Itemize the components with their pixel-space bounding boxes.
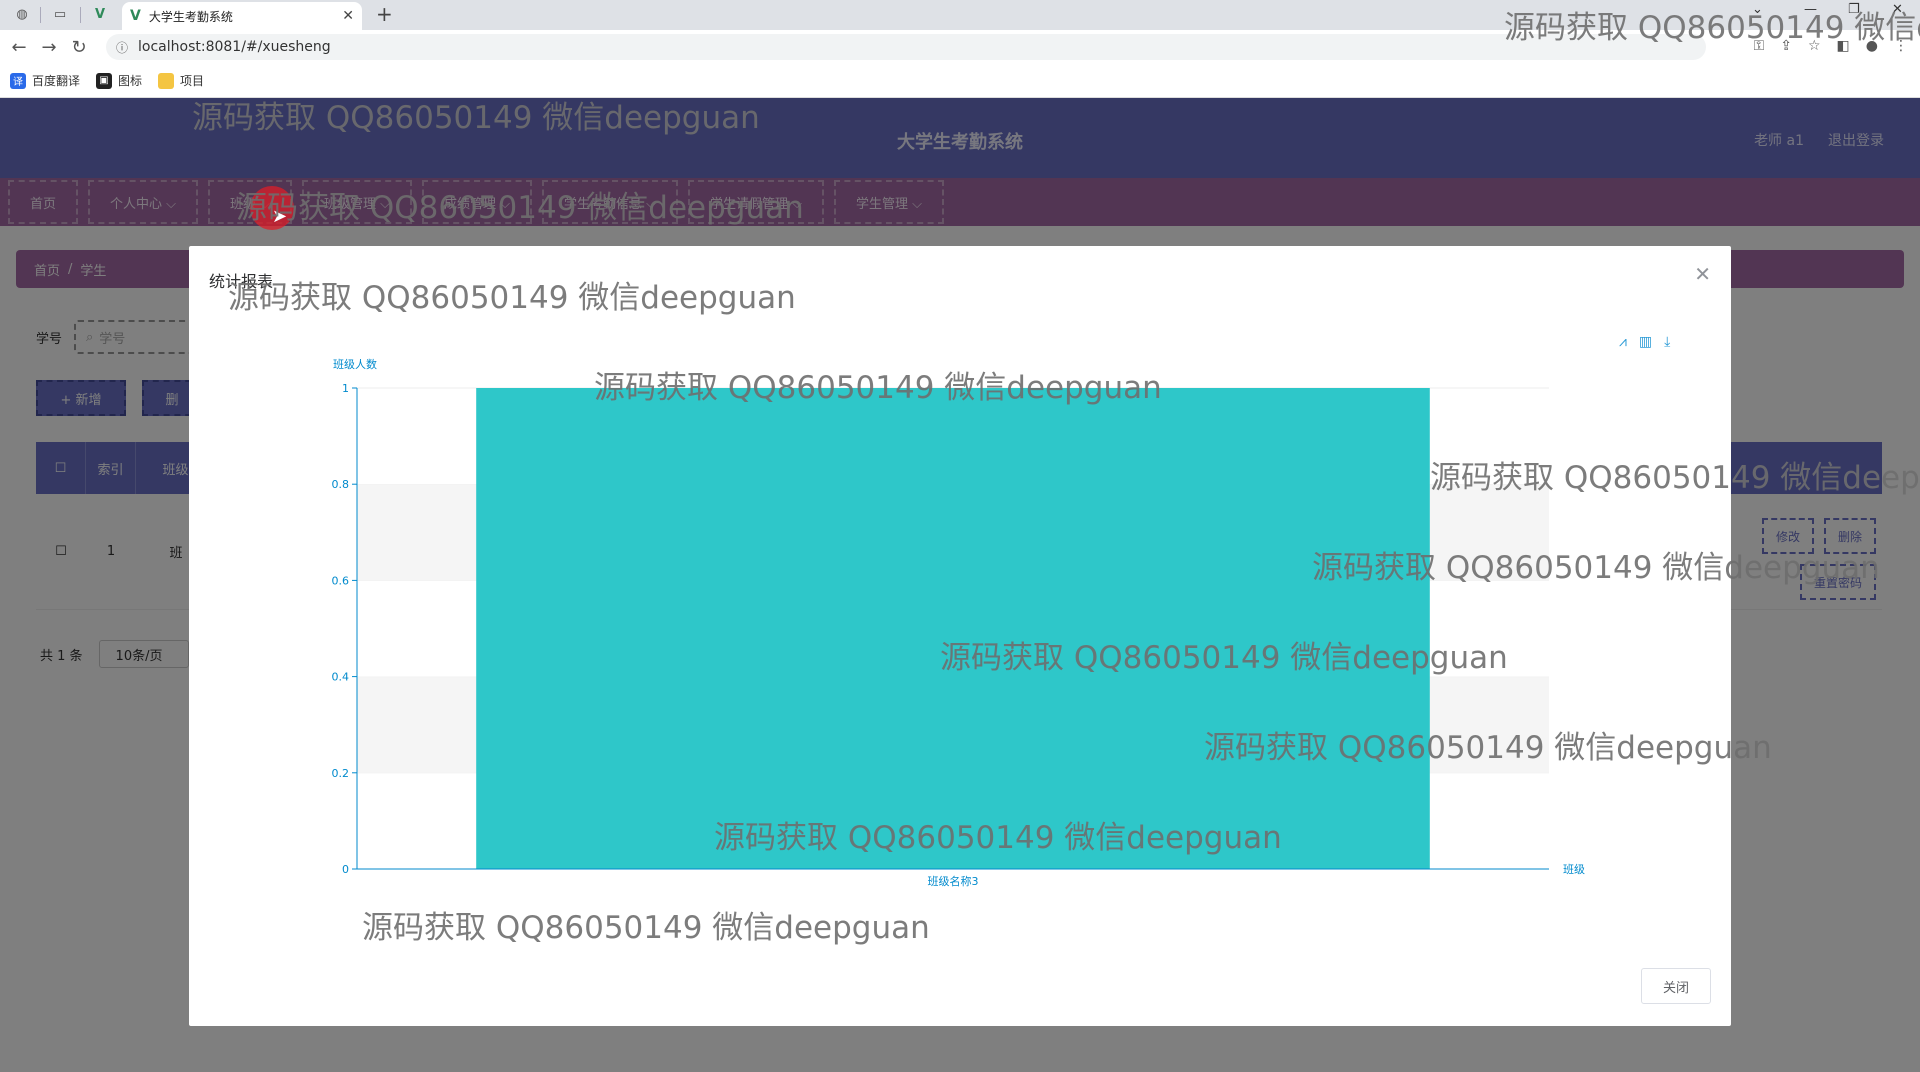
globe-icon[interactable]: ◍ (12, 4, 32, 24)
tab-title: 大学生考勤系统 (148, 9, 233, 24)
chart-y-tick-label: 0.4 (332, 671, 350, 684)
reload-icon[interactable]: ↻ (64, 37, 94, 58)
menu-kebab-icon[interactable]: ⋮ (1894, 38, 1908, 54)
back-icon[interactable]: ← (4, 37, 34, 58)
maximize-icon[interactable]: ❐ (1848, 2, 1860, 17)
chart-y-tick-label: 0 (342, 863, 349, 876)
blank-tab-icon[interactable]: ▭ (50, 4, 70, 24)
tab-separator (40, 7, 41, 23)
chart-x-axis-name: 班级 (1563, 863, 1585, 876)
site-info-icon[interactable]: ⓘ (116, 39, 128, 56)
bookmark-label: 项目 (180, 74, 205, 88)
vue-logo-icon: V (130, 8, 141, 24)
chart-y-tick-label: 1 (342, 382, 349, 395)
image-icon: ▣ (96, 72, 113, 89)
chart-y-tick-label: 0.6 (332, 574, 350, 587)
bookmarks-bar: 译 百度翻译 ▣ 图标 项目 (0, 64, 1920, 98)
chart-y-tick-label: 0.8 (332, 478, 350, 491)
share-icon[interactable]: ⇪ (1780, 38, 1792, 54)
bookmark-projects[interactable]: 项目 (158, 72, 204, 89)
minimize-icon[interactable]: — (1804, 2, 1817, 17)
chart-x-tick-label: 班级名称3 (928, 874, 979, 888)
translate-icon: 译 (10, 72, 26, 89)
vue-tab-icon[interactable]: V (90, 4, 110, 24)
dialog-close-button[interactable]: 关闭 (1641, 968, 1711, 1004)
profile-icon[interactable]: ● (1866, 38, 1878, 54)
key-icon[interactable]: ⚿ (1754, 38, 1765, 54)
bookmark-label: 百度翻译 (32, 74, 81, 88)
chart-y-axis-name: 班级人数 (333, 358, 377, 371)
chart-bar (476, 388, 1430, 869)
folder-icon (158, 72, 175, 89)
url-text: localhost:8081/#/xuesheng (138, 39, 331, 55)
bookmark-baidu-translate[interactable]: 译 百度翻译 (10, 72, 80, 89)
bookmark-icons[interactable]: ▣ 图标 (96, 72, 142, 89)
browser-actions: ⚿ ⇪ ☆ ◧ ● ⋮ (1754, 38, 1908, 54)
close-tab-icon[interactable]: ✕ (342, 8, 354, 24)
mouse-cursor-icon: ➤ (272, 206, 288, 227)
window-close-icon[interactable]: ✕ (1892, 2, 1903, 17)
bookmark-label: 图标 (118, 74, 143, 88)
browser-tab-bar: ◍ ▭ V V 大学生考勤系统 ✕ + ⌄ — ❐ ✕ (0, 0, 1920, 30)
address-bar: ← → ↻ ⓘ localhost:8081/#/xuesheng ⚿ ⇪ ☆ … (0, 30, 1920, 64)
class-count-bar-chart: 班级名称3 0 0.2 0.4 0.6 0.8 1 班级人数班级 (332, 358, 1586, 888)
forward-icon[interactable]: → (34, 37, 64, 58)
sidepanel-icon[interactable]: ◧ (1837, 38, 1850, 54)
new-tab-icon[interactable]: + (376, 2, 393, 26)
tab-search-icon[interactable]: ⌄ (1752, 2, 1763, 17)
url-field[interactable]: ⓘ localhost:8081/#/xuesheng (106, 34, 1706, 60)
active-tab[interactable]: V 大学生考勤系统 ✕ (122, 2, 362, 30)
statistics-dialog: 统计报表 ✕ ⩘ ▥ ⤓ 班级名称3 0 0.2 0.4 0.6 0.8 1 班级人数 班级 关… (189, 246, 1731, 1026)
chart-y-tick-label: 0.2 (332, 767, 350, 780)
tab-separator (80, 7, 81, 23)
star-icon[interactable]: ☆ (1808, 38, 1821, 54)
